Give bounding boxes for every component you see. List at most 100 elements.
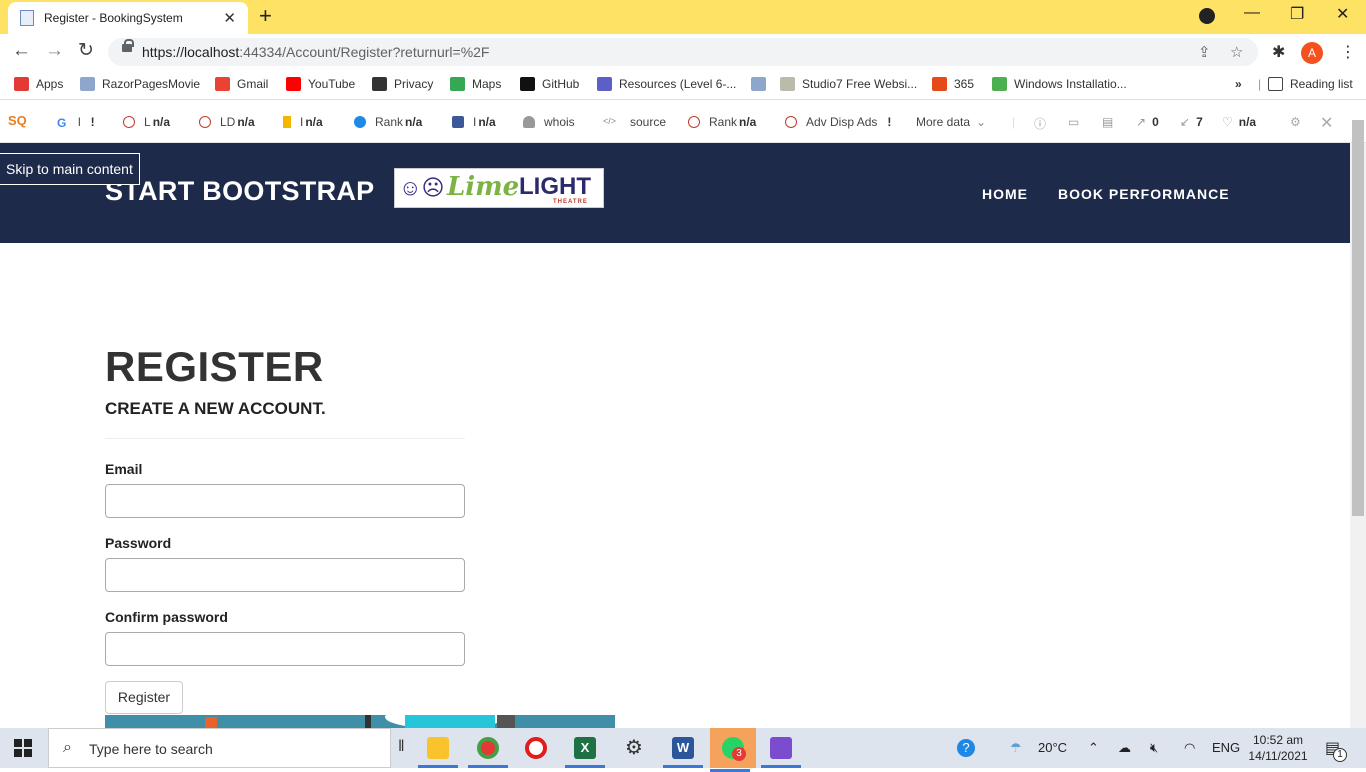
back-icon[interactable]: ← [12,40,31,62]
opera-icon[interactable] [516,732,556,764]
seo-toolbar: SQ Gl! Ln/a LD n/a In/a Rank n/a In/a whois </> so… [0,101,1366,143]
settings-gear-icon[interactable]: ⚙ [614,732,654,764]
site-brand[interactable]: START BOOTSTRAP [105,176,375,207]
divider [105,438,465,439]
reload-icon[interactable]: ↻ [78,40,94,62]
wifi-icon[interactable]: ◠ [1184,740,1195,756]
seo-metric[interactable]: In/a [283,115,323,129]
close-toolbar-icon[interactable]: ✕ [1320,113,1333,133]
forward-icon[interactable]: → [45,40,64,62]
bookmark-item[interactable]: Studio7 Free Websi... [780,77,917,91]
speaker-muted-icon[interactable]: 🔇︎ [1150,740,1158,756]
apps-grid-icon [14,77,29,91]
confirm-password-field[interactable] [105,632,465,666]
windows-start-icon[interactable] [14,739,32,757]
office-icon [932,77,947,91]
word-icon[interactable]: W [663,732,703,768]
bookmarks-overflow-icon[interactable]: » [1235,77,1242,91]
bookmark-item[interactable] [751,77,773,91]
seo-metric[interactable]: Ln/a [123,115,170,129]
internal-links-counter[interactable]: ↙ 7 [1180,115,1203,129]
seo-metric-value: ! [90,115,95,129]
info-icon[interactable]: ⓘ [1034,115,1046,132]
lock-icon[interactable] [122,39,134,52]
language-indicator[interactable]: ENG [1212,740,1240,755]
seo-metric[interactable]: Rank n/a [354,115,422,129]
teams-icon [597,77,612,91]
tray-chevron-up-icon[interactable]: ⌃ [1088,740,1099,756]
new-tab-icon[interactable]: + [259,4,272,28]
address-bar[interactable]: https://localhost:44334/Account/Register… [108,38,1258,66]
visual-studio-icon[interactable] [761,732,801,768]
url-text[interactable]: https://localhost:44334/Account/Register… [142,44,489,60]
task-view-icon[interactable]: ‖ [398,738,405,756]
nav-home[interactable]: HOME [982,186,1028,202]
document-icon[interactable]: ▤ [1102,115,1113,129]
more-data-button[interactable]: More data ⌄ [916,115,986,129]
seo-metric[interactable]: Gl! [57,115,95,130]
more-data-label: More data [916,115,971,129]
seo-metric-value: n/a [237,115,255,129]
bookmark-item[interactable]: Windows Installatio... [992,77,1127,91]
seo-metric[interactable]: whois [523,115,575,129]
seo-metric[interactable]: Adv Disp Ads! [785,115,891,129]
profile-avatar[interactable]: A [1301,42,1323,64]
reading-list-button[interactable]: Reading list [1268,77,1353,91]
restore-icon[interactable]: ❐ [1290,4,1304,24]
bookmark-item[interactable]: GitHub [520,77,579,91]
password-field[interactable] [105,558,465,592]
seo-metric[interactable]: LD n/a [199,115,255,129]
skip-to-main-link[interactable]: Skip to main content [0,153,140,185]
file-explorer-icon[interactable] [418,732,458,768]
excel-icon[interactable]: X [565,732,605,768]
reading-list-icon [1268,77,1283,91]
register-button[interactable]: Register [105,681,183,714]
scrollbar-thumb[interactable] [1352,120,1364,516]
seoquake-logo-icon[interactable]: SQ [8,113,27,128]
help-icon[interactable]: ? [957,739,975,757]
seo-metric[interactable]: In/a [452,115,496,129]
limelight-logo[interactable]: ☺☹ Lime LIGHT THEATRE [394,168,604,208]
notification-badge: 1 [1333,748,1347,762]
circle-icon [123,116,135,128]
whatsapp-icon[interactable]: 3 [710,728,756,772]
taskbar-clock[interactable]: 10:52 am 14/11/2021 [1248,732,1308,764]
settings-gear-icon[interactable]: ⚙ [1290,115,1301,129]
bookmarks-divider: | [1258,77,1262,91]
bookmark-item[interactable]: YouTube [286,77,355,91]
weather-icon[interactable]: ☂ [1010,740,1022,756]
weather-temperature[interactable]: 20°C [1038,740,1067,755]
menu-kebab-icon[interactable]: ⋮ [1340,42,1356,62]
bookmark-item[interactable]: Maps [450,77,501,91]
bookmark-item[interactable]: Resources (Level 6-... [597,77,736,91]
github-icon [520,77,535,91]
bookmark-item[interactable]: 365 [932,77,974,91]
heart-icon: ♡ [1222,115,1233,129]
close-tab-icon[interactable]: ✕ [223,9,236,27]
bookmark-item[interactable]: Gmail [215,77,268,91]
seo-metric[interactable]: Rank n/a [688,115,756,129]
browser-tab[interactable]: Register - BookingSystem ✕ [8,2,248,34]
email-field[interactable] [105,484,465,518]
bookmark-star-icon[interactable]: ☆ [1230,43,1243,61]
seo-metric-label: L [144,115,151,129]
bookmark-item[interactable]: Apps [14,77,63,91]
extensions-puzzle-icon[interactable]: ✱ [1272,42,1285,62]
seo-metric[interactable]: </> source [603,115,666,129]
network-error-icon[interactable]: ☁ [1118,740,1131,756]
tab-search-icon[interactable] [1199,8,1215,24]
chrome-icon[interactable] [468,732,508,768]
seo-metric-label: I [300,115,304,129]
health-counter[interactable]: ♡ n/a [1222,115,1256,129]
bookmark-item[interactable]: Privacy [372,77,433,91]
monitor-icon[interactable]: ▭ [1068,115,1079,129]
seo-metric-label: Rank [709,115,738,129]
external-links-counter[interactable]: ↗ 0 [1136,115,1159,129]
share-icon[interactable]: ⇪ [1198,43,1211,61]
page-viewport: START BOOTSTRAP ☺☹ Lime LIGHT THEATRE HO… [0,143,1350,728]
taskbar-search-box[interactable]: ⌕ Type here to search [48,728,391,768]
nav-book-performance[interactable]: BOOK PERFORMANCE [1058,186,1230,202]
close-window-icon[interactable]: ✕ [1336,4,1349,24]
minimize-icon[interactable]: — [1244,4,1260,22]
bookmark-item[interactable]: RazorPagesMovie [80,77,200,91]
